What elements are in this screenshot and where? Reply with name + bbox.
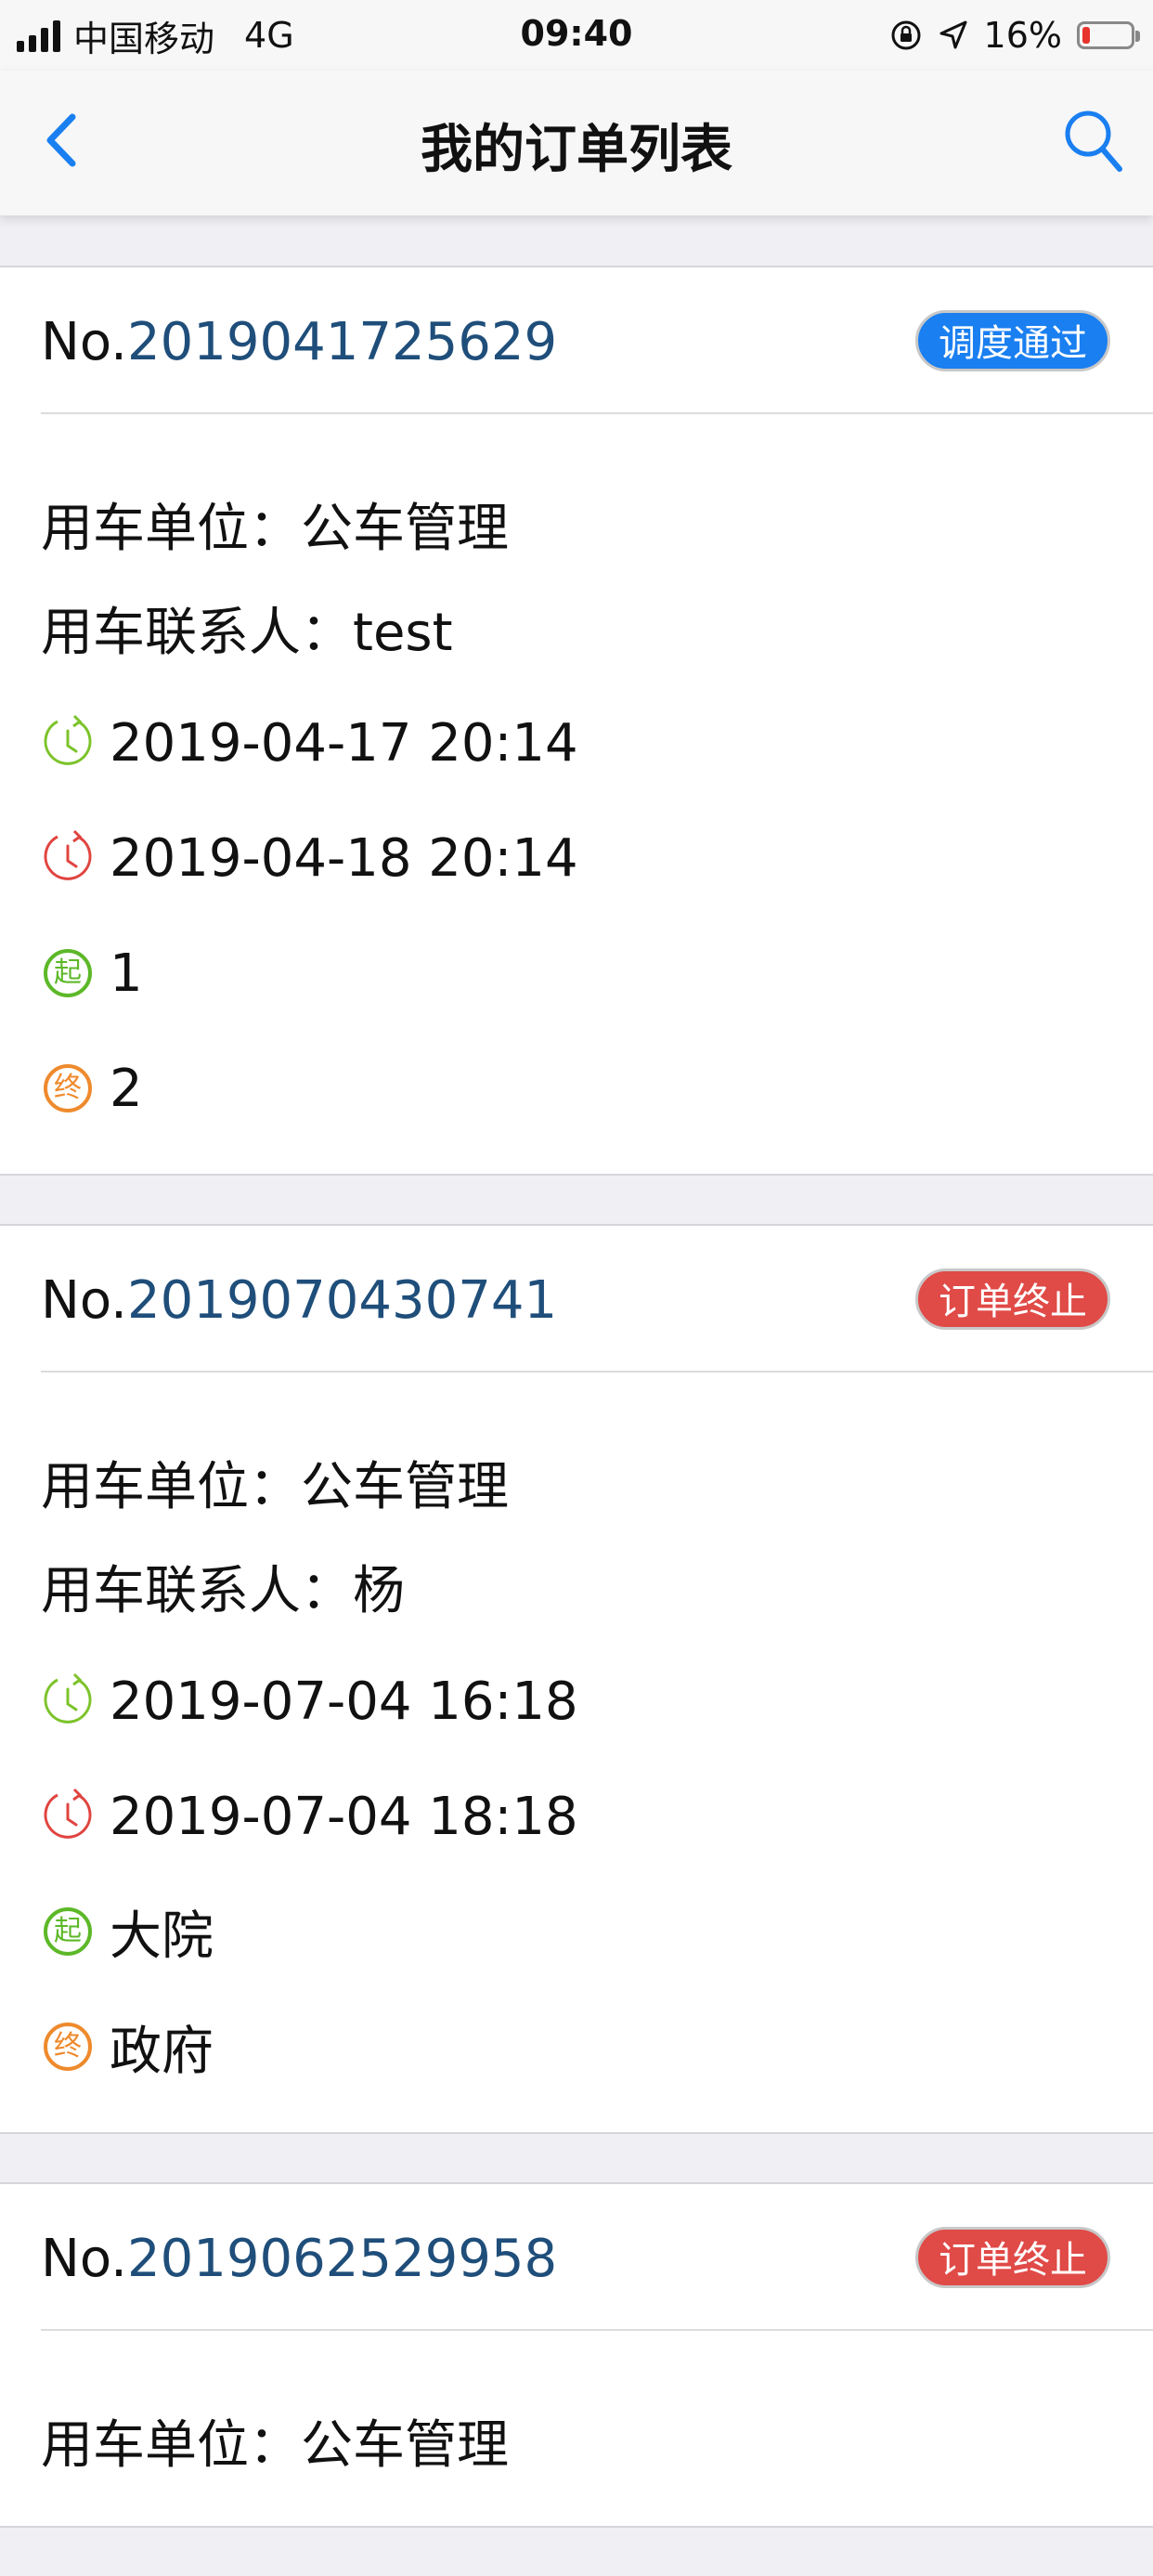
order-card-header: No.2019062529958 订单终止 <box>41 2184 1153 2331</box>
start-time-row-value: 2019-07-04 16:18 <box>110 1671 578 1732</box>
start-place-row: 起1 <box>41 916 1153 1031</box>
end-time-row-value: 2019-04-18 20:14 <box>110 827 578 889</box>
order-card-body: 用车单位：公车管理 用车联系人：test 2019-04-17 20:14 2019-… <box>0 414 1153 1174</box>
order-card-2[interactable]: No.2019070430741 订单终止 用车单位：公车管理 用车联系人：杨 20… <box>0 1224 1153 2134</box>
end-time-row: 2019-04-18 20:14 <box>41 800 1153 916</box>
search-icon[interactable] <box>1060 106 1125 176</box>
start-clock-icon <box>44 714 92 765</box>
icon-slot <box>41 713 95 773</box>
battery-level <box>1082 27 1090 44</box>
orientation-lock-icon <box>891 20 921 50</box>
icon-slot: 终 <box>41 2017 95 2076</box>
order-card-3[interactable]: No.2019062529958 订单终止 用车单位：公车管理 <box>0 2182 1153 2528</box>
status-right: 16% <box>889 13 1140 58</box>
end-clock-icon <box>44 1788 92 1839</box>
order-number-value: 2019041725629 <box>126 312 558 372</box>
icon-slot: 起 <box>41 1902 95 1961</box>
unit-row: 用车单位：公车管理 <box>41 499 509 559</box>
unit-row: 用车单位：公车管理 <box>41 1457 509 1517</box>
order-list: No.2019041725629 调度通过 用车单位：公车管理 用车联系人：tes… <box>0 266 1153 2576</box>
order-card-header: No.2019041725629 调度通过 <box>41 267 1153 414</box>
start-time-row: 2019-07-04 16:18 <box>41 1644 1153 1759</box>
start-place-icon: 起 <box>44 1907 92 1956</box>
order-number-value: 2019070430741 <box>126 1270 558 1331</box>
order-number-value: 2019062529958 <box>126 2229 558 2289</box>
start-place-row-value: 大院 <box>110 1906 214 1967</box>
end-place-row-value: 政府 <box>110 2021 214 2082</box>
end-clock-icon <box>44 829 92 880</box>
order-card-body: 用车单位：公车管理 <box>0 2331 1153 2526</box>
start-place-icon: 起 <box>44 949 92 997</box>
order-number: No.2019070430741 <box>41 1270 557 1331</box>
unit-row: 用车单位：公车管理 <box>41 2415 509 2476</box>
icon-slot <box>41 828 95 888</box>
order-card-body: 用车单位：公车管理 用车联系人：杨 2019-07-04 16:18 2019-07-… <box>0 1373 1153 2132</box>
order-number-prefix: No. <box>41 1270 127 1331</box>
end-place-icon: 终 <box>44 1064 92 1112</box>
order-number-prefix: No. <box>41 312 127 372</box>
status-badge: 订单终止 <box>915 2227 1110 2288</box>
order-number: No.2019041725629 <box>41 312 557 372</box>
start-time-row-value: 2019-04-17 20:14 <box>110 712 578 774</box>
start-time-row: 2019-04-17 20:14 <box>41 685 1153 800</box>
end-time-row: 2019-07-04 18:18 <box>41 1759 1153 1874</box>
location-icon <box>939 20 967 49</box>
order-number-prefix: No. <box>41 2229 127 2289</box>
icon-slot <box>41 1787 95 1846</box>
start-place-row-value: 1 <box>110 943 143 1004</box>
status-badge: 调度通过 <box>915 310 1110 371</box>
status-badge: 订单终止 <box>915 1268 1110 1330</box>
end-time-row-value: 2019-07-04 18:18 <box>110 1786 578 1847</box>
battery-icon <box>1077 21 1140 49</box>
battery-percent: 16% <box>983 15 1062 56</box>
start-place-row: 起大院 <box>41 1874 1153 1989</box>
end-place-row-value: 2 <box>110 1058 143 1119</box>
nav-bar: 我的订单列表 <box>0 71 1153 215</box>
end-place-icon: 终 <box>44 2023 92 2071</box>
page-title: 我的订单列表 <box>421 120 732 180</box>
icon-slot: 起 <box>41 943 95 1003</box>
order-card-header: No.2019070430741 订单终止 <box>41 1226 1153 1373</box>
contact-row: 用车联系人：杨 <box>41 1561 405 1621</box>
status-bar: 中国移动 4G 09:40 16% <box>0 0 1153 71</box>
icon-slot <box>41 1672 95 1731</box>
contact-row: 用车联系人：test <box>41 603 453 663</box>
start-clock-icon <box>44 1672 92 1724</box>
end-place-row: 终2 <box>41 1031 1153 1146</box>
order-card-1[interactable]: No.2019041725629 调度通过 用车单位：公车管理 用车联系人：tes… <box>0 266 1153 1176</box>
end-place-row: 终政府 <box>41 1989 1153 2104</box>
order-number: No.2019062529958 <box>41 2229 557 2289</box>
icon-slot: 终 <box>41 1059 95 1118</box>
